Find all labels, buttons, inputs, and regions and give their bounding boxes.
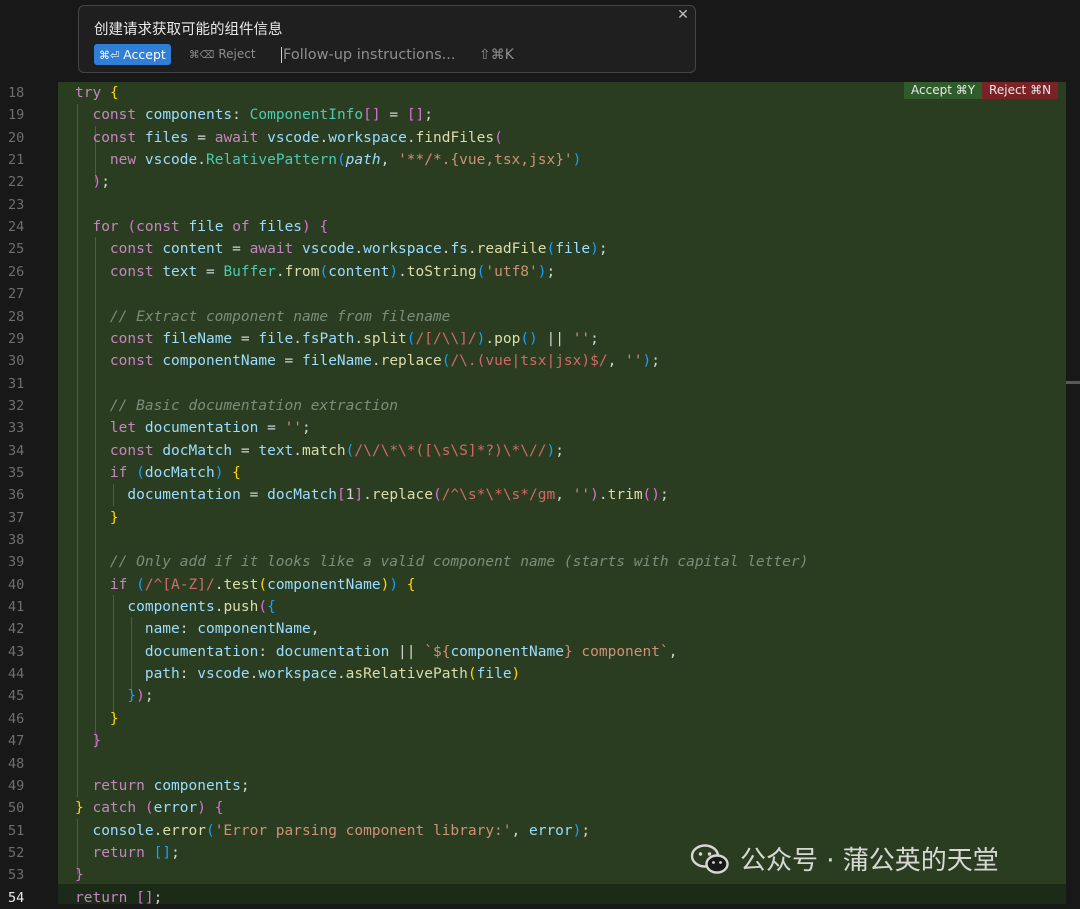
accept-button[interactable]: ⌘⏎ Accept — [94, 44, 171, 65]
line-number: 21 — [8, 152, 25, 169]
scrollbar-thumb[interactable] — [1066, 381, 1080, 384]
line-number: 46 — [8, 710, 25, 727]
code-line: const files = await vscode.workspace.fin… — [92, 129, 503, 146]
code-line: new vscode.RelativePattern(path, '**/*.{… — [109, 152, 582, 169]
code-editor[interactable]: Accept ⌘Y Reject ⌘N 18 19 20 21 22 23 24 25 26 27… — [0, 82, 1080, 906]
code-line: } catch (error) { — [75, 800, 224, 817]
line-number: 43 — [8, 643, 25, 660]
code-line: documentation = docMatch[1].replace(/^\s… — [127, 487, 669, 504]
line-number: 35 — [8, 464, 25, 481]
prompt-title: 创建请求获取可能的组件信息 — [94, 22, 283, 38]
code-line: for (const file of files) { — [92, 219, 329, 236]
line-number: 28 — [8, 308, 25, 325]
line-number: 45 — [8, 688, 25, 705]
line-number: 22 — [8, 174, 25, 191]
code-line: try { — [75, 85, 119, 101]
code-line: }); — [127, 688, 154, 705]
code-line: if (/^[A-Z]/.test(componentName)) { — [109, 576, 416, 593]
followup-input[interactable] — [283, 45, 473, 65]
line-number: 40 — [8, 576, 25, 593]
code-line: } — [109, 710, 119, 727]
code-line: // Extract component name from filename — [109, 308, 451, 325]
line-number: 39 — [8, 554, 25, 571]
line-number: 30 — [8, 353, 25, 370]
line-number: 26 — [8, 263, 25, 280]
code-line: const componentName = fileName.replace(/… — [109, 353, 660, 370]
line-number: 23 — [8, 196, 25, 213]
accept-shortcut: ⌘⏎ — [99, 49, 120, 62]
code-line: ); — [92, 174, 110, 191]
line-number: 37 — [8, 509, 25, 526]
line-number: 29 — [8, 330, 25, 347]
line-number: 20 — [8, 129, 25, 146]
line-number: 51 — [8, 822, 25, 839]
watermark: 公众号 · 蒲公英的天堂 — [690, 840, 999, 877]
code-line: const text = Buffer.from(content).toStri… — [109, 263, 556, 280]
code-line: } — [109, 509, 119, 526]
followup-field: ⇧⌘K — [281, 44, 514, 66]
line-number: 38 — [8, 532, 25, 548]
watermark-text: 公众号 · 蒲公英的天堂 — [740, 846, 999, 876]
line-number: 42 — [8, 621, 25, 638]
line-number: 52 — [8, 844, 25, 861]
line-number: 54 — [8, 889, 25, 906]
accept-label: Accept — [123, 47, 166, 62]
inline-prompt-widget: 创建请求获取可能的组件信息 ✕ ⌘⏎Accept ⌘⌫Reject ⇧⌘K — [78, 5, 696, 73]
code-line: const fileName = file.fsPath.split(/[/\\… — [109, 330, 599, 347]
line-number: 31 — [8, 375, 25, 392]
code-line: const docMatch = text.match(/\/\*\*([\s\… — [109, 442, 564, 459]
line-number: 53 — [8, 867, 25, 884]
line-number: 32 — [8, 397, 25, 414]
code-line: let documentation = ''; — [109, 420, 311, 437]
code-line: const components: ComponentInfo[] = []; — [92, 107, 434, 124]
code-line: return components; — [92, 777, 250, 794]
vertical-scrollbar[interactable] — [1066, 82, 1080, 904]
inline-prompt-area: 创建请求获取可能的组件信息 ✕ ⌘⏎Accept ⌘⌫Reject ⇧⌘K — [0, 0, 1080, 82]
code-line: const content = await vscode.workspace.f… — [109, 241, 608, 258]
reject-shortcut: ⌘⌫ — [189, 49, 215, 61]
reject-button[interactable]: ⌘⌫ Reject — [187, 44, 258, 65]
code-line: // Basic documentation extraction — [109, 397, 399, 414]
code-line: if (docMatch) { — [109, 464, 241, 481]
line-number: 41 — [8, 599, 25, 616]
code-line: // Only add if it looks like a valid com… — [109, 554, 809, 571]
code-line: } — [92, 733, 102, 750]
line-number: 36 — [8, 487, 25, 504]
line-number: 18 — [8, 85, 25, 101]
code-line: documentation: documentation || `${compo… — [144, 643, 678, 660]
close-icon[interactable]: ✕ — [675, 7, 691, 23]
code-line: components.push({ — [127, 599, 276, 616]
code-line: name: componentName, — [144, 621, 320, 638]
line-number: 50 — [8, 800, 25, 817]
code-line: return []; — [75, 889, 163, 906]
line-number: 44 — [8, 666, 25, 683]
code-line: console.error('Error parsing component l… — [92, 822, 591, 839]
line-number: 49 — [8, 777, 25, 794]
code-line: path: vscode.workspace.asRelativePath(fi… — [144, 666, 521, 683]
line-number: 25 — [8, 241, 25, 258]
line-number: 48 — [8, 755, 25, 772]
line-number: 33 — [8, 420, 25, 437]
reject-label: Reject — [218, 47, 256, 61]
text-caret — [281, 47, 282, 63]
line-number: 24 — [8, 219, 25, 236]
line-number: 34 — [8, 442, 25, 459]
line-number: 27 — [8, 286, 25, 303]
wechat-icon — [690, 843, 729, 874]
line-number: 47 — [8, 733, 25, 750]
line-number: 19 — [8, 107, 25, 124]
followup-shortcut: ⇧⌘K — [479, 47, 514, 63]
